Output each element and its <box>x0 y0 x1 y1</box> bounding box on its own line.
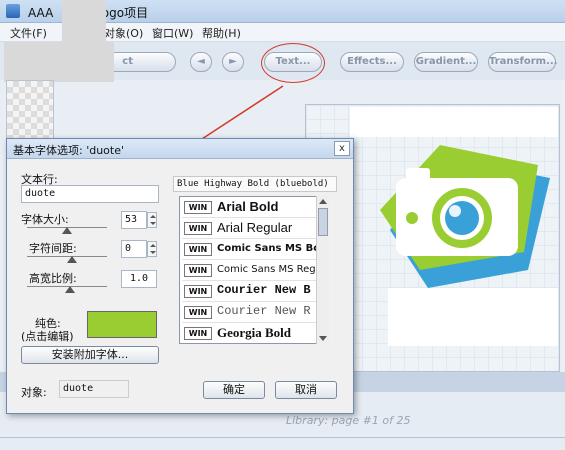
ok-button[interactable]: 确定 <box>203 381 265 399</box>
font-size-spinner[interactable] <box>147 212 157 228</box>
font-row-comic-regular[interactable]: WIN Comic Sans MS Regu <box>182 260 322 281</box>
win-badge: WIN <box>184 264 212 277</box>
menu-file[interactable]: 文件(F) <box>10 25 47 41</box>
prev-page-button[interactable]: ◄ <box>190 52 212 72</box>
app-icon <box>6 4 20 18</box>
win-badge: WIN <box>184 201 212 214</box>
canvas-white-area <box>388 288 558 346</box>
font-name: Courier New B <box>217 283 311 297</box>
camera-flash <box>406 212 418 224</box>
lens-glare <box>449 205 461 217</box>
font-row-georgia-bold[interactable]: WIN Georgia Bold <box>182 323 317 343</box>
current-font-label: Blue Highway Bold (bluebold) <box>173 176 337 192</box>
win-badge: WIN <box>184 243 212 256</box>
dialog-title: 基本字体选项: 'duote' <box>13 144 125 157</box>
scroll-thumb[interactable] <box>318 208 328 236</box>
color-hint-label: (点击编辑) <box>21 330 74 343</box>
highlight-circle <box>261 43 325 83</box>
camera-lens <box>445 201 479 235</box>
font-options-dialog: 基本字体选项: 'duote' x 文本行: duote 字体大小: 53 字符… <box>6 138 354 414</box>
object-label: 对象: <box>21 386 47 399</box>
font-row-arial-regular[interactable]: WIN Arial Regular <box>182 218 317 239</box>
font-list[interactable]: WIN Arial Bold WIN Arial Regular WIN Com… <box>179 196 329 344</box>
font-name: Arial Regular <box>217 220 293 235</box>
font-name: Georgia Bold <box>217 325 292 340</box>
win-badge: WIN <box>184 327 212 340</box>
color-swatch[interactable] <box>87 311 157 338</box>
effects-button[interactable]: Effects... <box>340 52 404 72</box>
close-button[interactable]: x <box>334 141 350 156</box>
font-row-arial-bold[interactable]: WIN Arial Bold <box>182 197 317 218</box>
next-page-button[interactable]: ► <box>222 52 244 72</box>
font-name: Courier New R <box>217 304 311 318</box>
scroll-down-icon[interactable] <box>319 336 327 341</box>
redaction-block <box>4 42 114 82</box>
menu-help[interactable]: 帮助(H) <box>202 25 241 41</box>
font-name: Comic Sans MS Bo <box>217 243 321 254</box>
font-size-label: 字体大小: <box>21 213 69 226</box>
font-list-scrollbar[interactable] <box>316 196 329 344</box>
win-badge: WIN <box>184 285 212 298</box>
aspect-ratio-input[interactable]: 1.0 <box>121 270 157 288</box>
win-badge: WIN <box>184 222 212 235</box>
left-canvas <box>6 80 54 140</box>
aspect-ratio-label: 高宽比例: <box>29 272 77 285</box>
char-spacing-spinner[interactable] <box>147 241 157 257</box>
font-row-comic-bold[interactable]: WIN Comic Sans MS Bo <box>182 239 321 260</box>
font-name: Arial Bold <box>217 199 279 214</box>
divider <box>0 437 565 438</box>
transform-button[interactable]: Transform... <box>488 52 557 72</box>
dialog-title-bar: 基本字体选项: 'duote' x <box>7 139 353 159</box>
canvas-white-area <box>350 107 558 137</box>
char-spacing-slider-knob[interactable] <box>67 256 77 263</box>
camera-logo <box>380 145 550 288</box>
font-row-courier-bold[interactable]: WIN Courier New B <box>182 281 317 302</box>
font-size-slider-knob[interactable] <box>62 227 72 234</box>
win-badge: WIN <box>184 306 212 319</box>
menu-object[interactable]: 对象(O) <box>104 25 143 41</box>
text-row-input[interactable]: duote <box>21 185 159 203</box>
char-spacing-label: 字符间距: <box>29 242 77 255</box>
menu-window[interactable]: 窗口(W) <box>152 25 193 41</box>
font-row-courier-regular[interactable]: WIN Courier New R <box>182 302 317 323</box>
camera-top <box>406 168 430 182</box>
library-page-text: Library: page #1 of 25 <box>286 414 411 427</box>
char-spacing-input[interactable]: 0 <box>121 240 147 258</box>
cancel-button[interactable]: 取消 <box>275 381 337 399</box>
install-fonts-button[interactable]: 安装附加字体... <box>21 346 159 364</box>
aspect-ratio-slider-knob[interactable] <box>65 286 75 293</box>
scroll-up-icon[interactable] <box>319 199 327 204</box>
object-field: duote <box>59 380 129 398</box>
gradient-button[interactable]: Gradient... <box>414 52 478 72</box>
font-name: Comic Sans MS Regu <box>217 264 322 275</box>
font-size-input[interactable]: 53 <box>121 211 147 229</box>
